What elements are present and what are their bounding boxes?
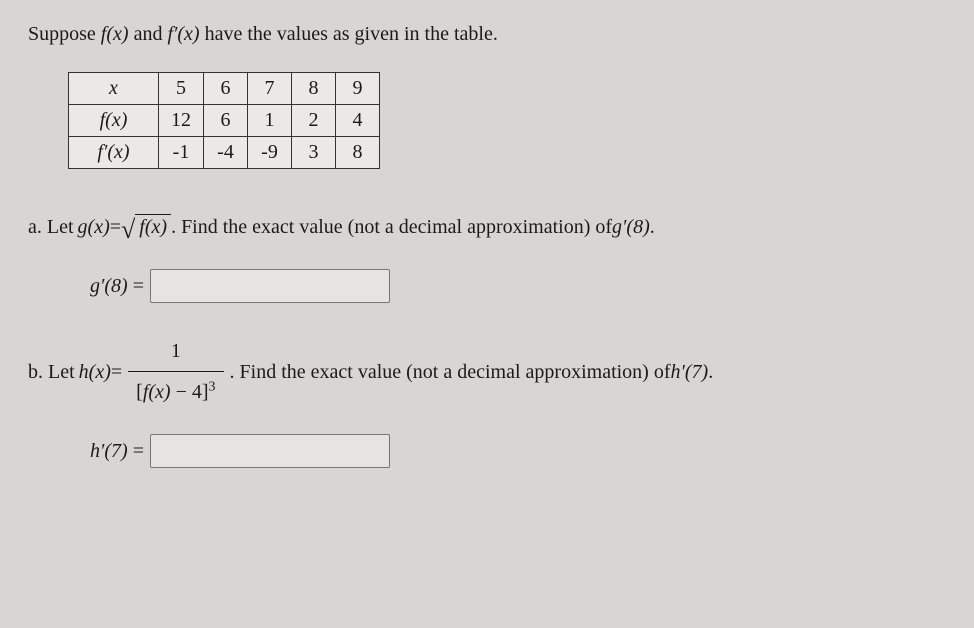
fraction-num: 1 xyxy=(128,333,223,372)
table-cell: 12 xyxy=(159,105,204,137)
part-a-question: a. Let g(x) = √ f(x) . Find the exact va… xyxy=(28,209,946,245)
part-a-eq: = xyxy=(110,209,121,245)
part-b-eq: = xyxy=(111,354,122,390)
table-cell: 8 xyxy=(292,73,336,105)
part-a-answer-eq: = xyxy=(133,275,144,297)
part-b-target: h′(7) xyxy=(671,354,709,390)
intro-sentence: Suppose f(x) and f′(x) have the values a… xyxy=(28,20,946,48)
part-a-answer-lhs: g′(8) xyxy=(90,275,128,297)
part-a-target: g′(8) xyxy=(612,209,650,245)
intro-fprime: f′(x) xyxy=(167,23,199,45)
table-cell: 6 xyxy=(204,73,248,105)
part-b-tail: . Find the exact value (not a decimal ap… xyxy=(230,354,671,390)
part-b-answer-label: h′(7) = xyxy=(90,440,144,463)
sqrt-expression: √ f(x) xyxy=(121,214,171,240)
intro-suffix: have the values as given in the table. xyxy=(205,23,498,45)
table-cell: -9 xyxy=(248,137,292,169)
table-row-fx: f(x) 12 6 1 2 4 xyxy=(69,105,380,137)
intro-and: and xyxy=(134,23,168,45)
sqrt-icon: √ xyxy=(121,217,135,243)
part-b-input[interactable] xyxy=(150,434,390,468)
table-cell: 6 xyxy=(204,105,248,137)
part-a-period: . xyxy=(650,209,655,245)
table-cell: 1 xyxy=(248,105,292,137)
den-left: [ xyxy=(136,381,143,403)
den-mid: − 4] xyxy=(171,381,209,403)
part-a-lead: a. Let xyxy=(28,209,74,245)
table-cell: 2 xyxy=(292,105,336,137)
table-row-fpx: f′(x) -1 -4 -9 3 8 xyxy=(69,137,380,169)
intro-f: f(x) xyxy=(101,23,129,45)
sqrt-inner: f(x) xyxy=(135,214,171,239)
table-cell: 5 xyxy=(159,73,204,105)
part-a-input[interactable] xyxy=(150,269,390,303)
intro-prefix: Suppose xyxy=(28,23,101,45)
part-b-answer-eq: = xyxy=(133,440,144,462)
table-cell: 8 xyxy=(336,137,380,169)
fraction: 1 [f(x) − 4]3 xyxy=(128,333,223,410)
part-b-period: . xyxy=(708,354,713,390)
den-exp: 3 xyxy=(209,379,216,394)
table-header-fpx: f′(x) xyxy=(69,137,159,169)
table-cell: -4 xyxy=(204,137,248,169)
part-a-answer-label: g′(8) = xyxy=(90,275,144,298)
table-cell: -1 xyxy=(159,137,204,169)
table-row-x: x 5 6 7 8 9 xyxy=(69,73,380,105)
table-header-fx: f(x) xyxy=(69,105,159,137)
part-b-answer-row: h′(7) = xyxy=(90,434,946,468)
part-a-gx: g(x) xyxy=(78,209,110,245)
fraction-den: [f(x) − 4]3 xyxy=(128,372,223,410)
part-b-question: b. Let h(x) = 1 [f(x) − 4]3 . Find the e… xyxy=(28,333,946,410)
part-b-answer-lhs: h′(7) xyxy=(90,440,128,462)
values-table: x 5 6 7 8 9 f(x) 12 6 1 2 4 f′(x) -1 -4 … xyxy=(68,72,380,169)
part-b-hx: h(x) xyxy=(79,354,111,390)
part-a-tail: . Find the exact value (not a decimal ap… xyxy=(171,209,612,245)
table-cell: 7 xyxy=(248,73,292,105)
part-a-answer-row: g′(8) = xyxy=(90,269,946,303)
table-header-x: x xyxy=(69,73,159,105)
table-cell: 3 xyxy=(292,137,336,169)
den-fx: f(x) xyxy=(143,381,171,403)
table-cell: 9 xyxy=(336,73,380,105)
table-cell: 4 xyxy=(336,105,380,137)
part-b-lead: b. Let xyxy=(28,354,75,390)
